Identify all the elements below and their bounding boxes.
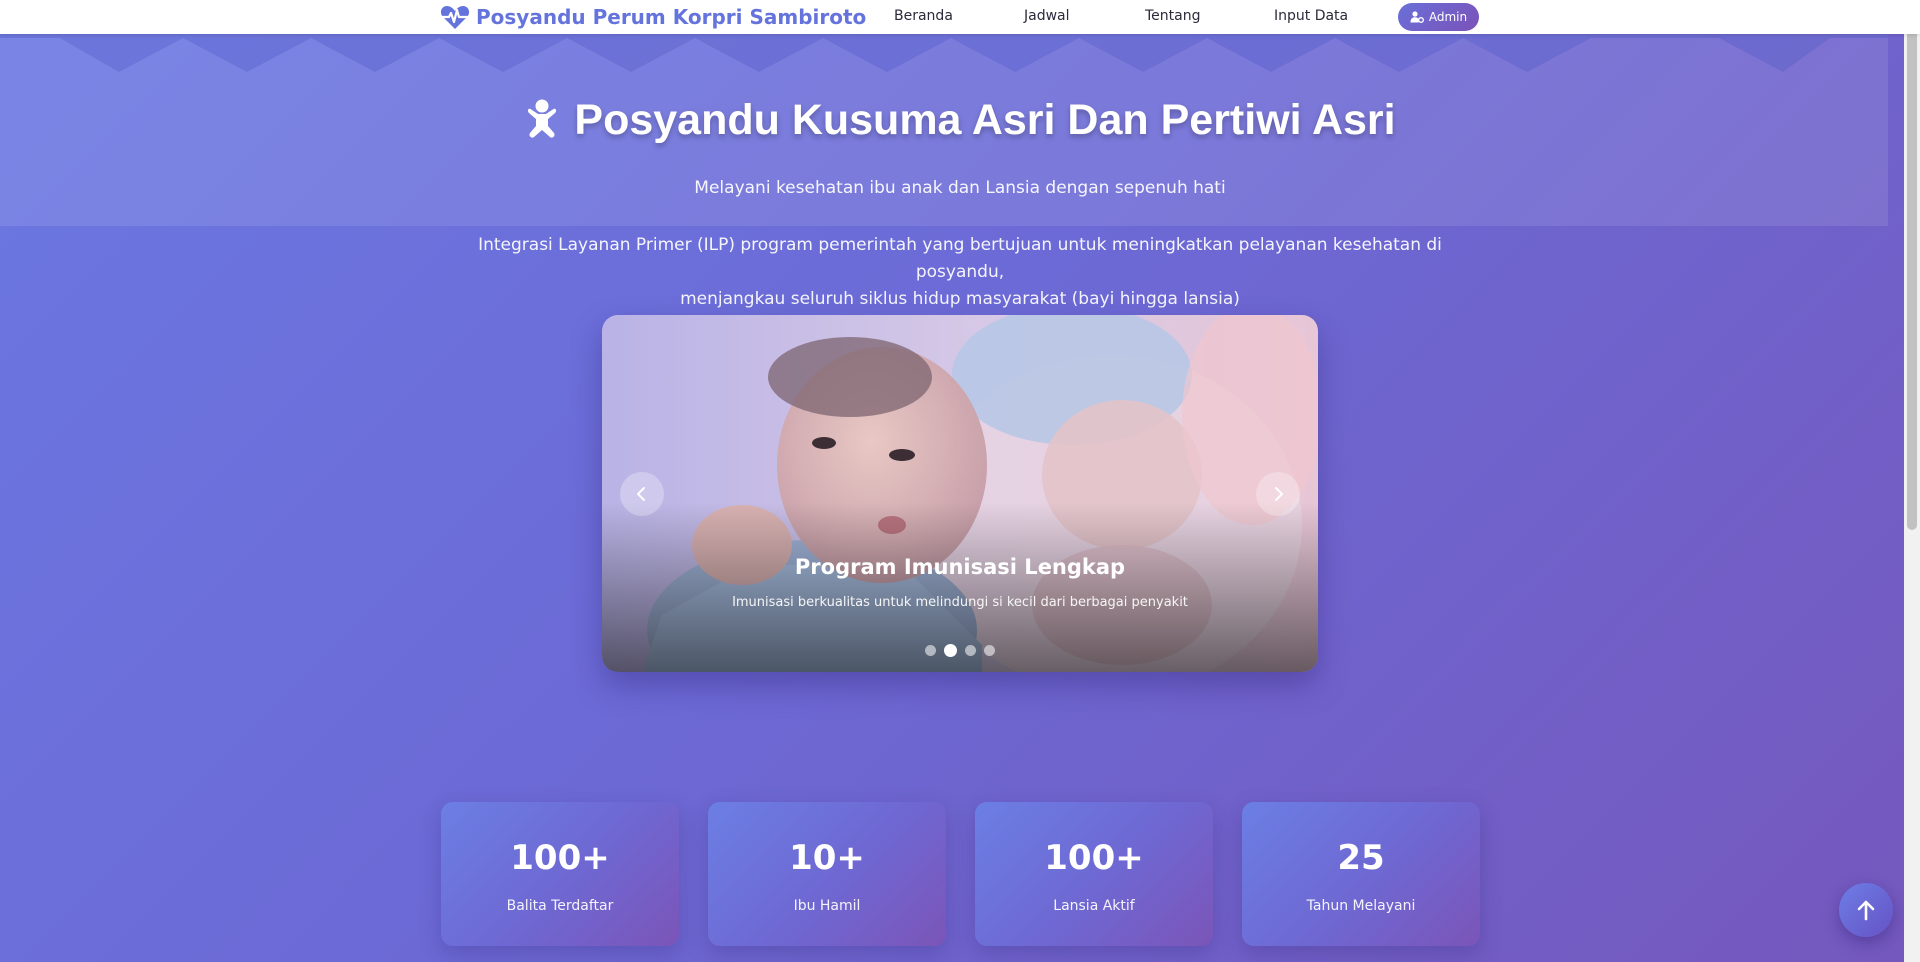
- admin-label: Admin: [1428, 10, 1468, 24]
- chevron-left-icon: [637, 487, 645, 501]
- hero-description-line2: menjangkau seluruh siklus hidup masyarak…: [680, 289, 1240, 309]
- hero-title-text: Posyandu Kusuma Asri Dan Pertiwi Asri: [574, 96, 1396, 144]
- navbar: Posyandu Perum Korpri Sambiroto Beranda …: [0, 0, 1920, 34]
- carousel-dot-1[interactable]: [925, 645, 936, 656]
- stat-label: Balita Terdaftar: [506, 898, 614, 914]
- stat-card-tahun: 25 Tahun Melayani: [1242, 802, 1480, 946]
- user-gear-icon: [1410, 11, 1424, 23]
- carousel-indicators: [602, 644, 1318, 657]
- hero-description-line1: Integrasi Layanan Primer (ILP) program p…: [478, 235, 1442, 282]
- heartbeat-icon: [440, 6, 470, 29]
- stat-value: 100+: [510, 838, 610, 878]
- brand-name: Posyandu Perum Korpri Sambiroto: [476, 5, 867, 29]
- page-scrollbar-thumb[interactable]: [1907, 2, 1917, 530]
- stat-label: Tahun Melayani: [1306, 898, 1416, 914]
- carousel: Program Imunisasi Lengkap Imunisasi berk…: [602, 315, 1318, 672]
- carousel-next-button[interactable]: [1256, 472, 1300, 516]
- stat-label: Ibu Hamil: [793, 898, 861, 914]
- chevron-right-icon: [1275, 487, 1283, 501]
- arrow-up-icon: [1857, 900, 1875, 921]
- carousel-dot-4[interactable]: [984, 645, 995, 656]
- admin-button[interactable]: Admin: [1398, 3, 1479, 31]
- stat-card-ibu-hamil: 10+ Ibu Hamil: [708, 802, 946, 946]
- slide-caption: Imunisasi berkualitas untuk melindungi s…: [732, 595, 1188, 610]
- stat-label: Lansia Aktif: [1053, 898, 1135, 914]
- carousel-dot-3[interactable]: [965, 645, 976, 656]
- brand-link[interactable]: Posyandu Perum Korpri Sambiroto: [440, 4, 866, 30]
- stat-card-balita: 100+ Balita Terdaftar: [441, 802, 679, 946]
- nav-link-tentang[interactable]: Tentang: [1145, 8, 1201, 24]
- carousel-prev-button[interactable]: [620, 472, 664, 516]
- scroll-to-top-button[interactable]: [1839, 883, 1893, 937]
- slide-title: Program Imunisasi Lengkap: [794, 555, 1126, 579]
- nav-link-jadwal[interactable]: Jadwal: [1024, 8, 1070, 24]
- stat-value: 100+: [1044, 838, 1144, 878]
- carousel-dot-2[interactable]: [944, 644, 957, 657]
- nav-link-beranda[interactable]: Beranda: [894, 8, 953, 24]
- stat-value: 25: [1337, 838, 1385, 878]
- hero-description: Integrasi Layanan Primer (ILP) program p…: [460, 232, 1460, 313]
- stat-value: 10+: [789, 838, 865, 878]
- hero-title: Posyandu Kusuma Asri Dan Pertiwi Asri: [0, 96, 1920, 145]
- hero-zigzag-decoration: [0, 34, 1888, 72]
- stat-card-lansia: 100+ Lansia Aktif: [975, 802, 1213, 946]
- hero-subtitle: Melayani kesehatan ibu anak dan Lansia d…: [694, 178, 1226, 198]
- baby-icon: [528, 99, 557, 138]
- nav-link-input-data[interactable]: Input Data: [1274, 8, 1348, 24]
